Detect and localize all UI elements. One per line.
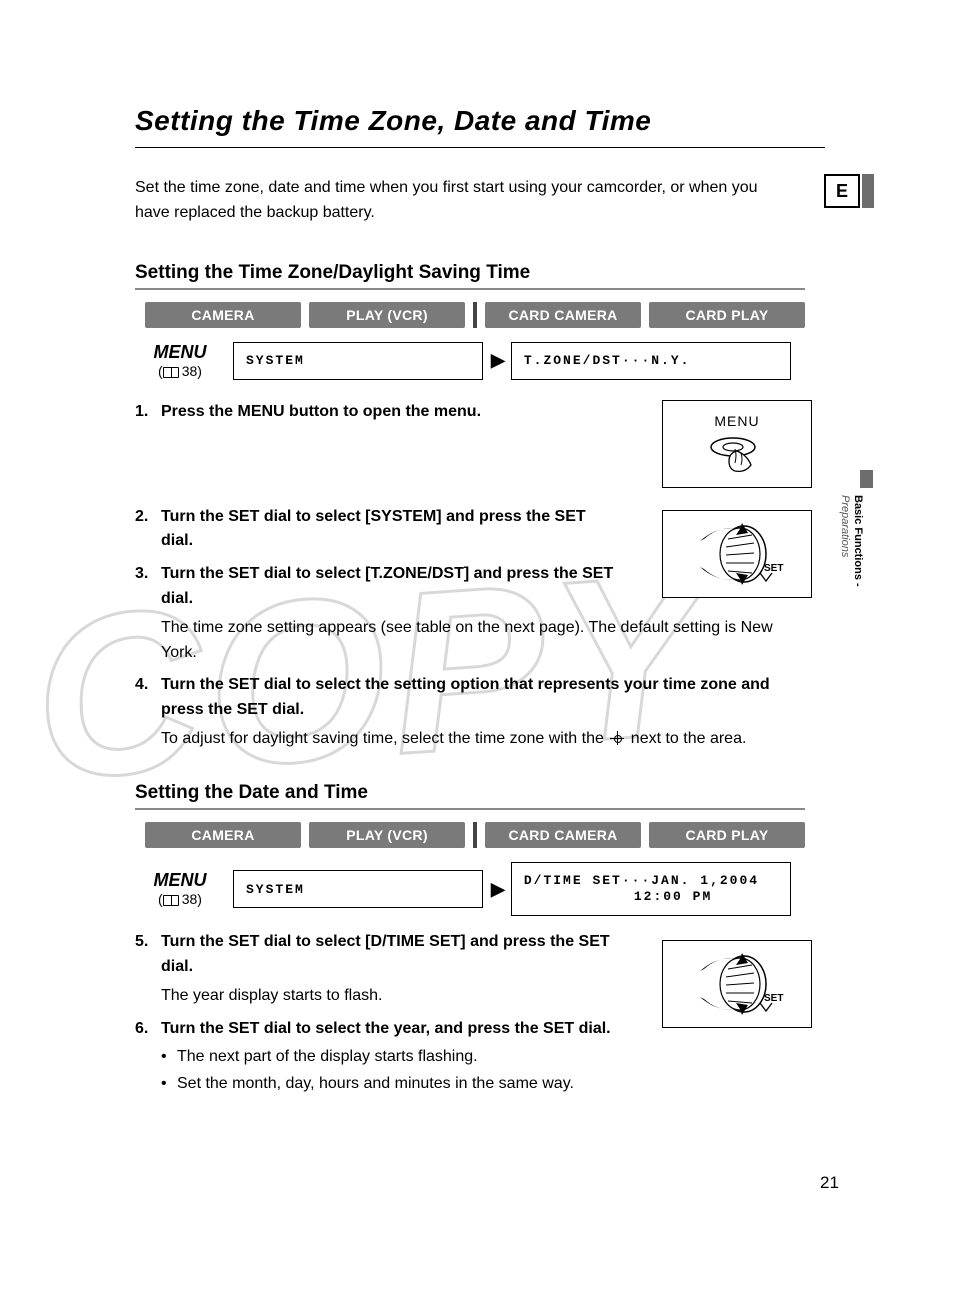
step-3-text: Turn the SET dial to select [T.ZONE/DST]…: [161, 562, 621, 612]
svg-text:SET: SET: [764, 993, 783, 1004]
step-number: 6.: [135, 1017, 161, 1042]
sun-icon: [610, 731, 624, 745]
intro-paragraph: Set the time zone, date and time when yo…: [135, 176, 795, 226]
menu-path-row-1: MENU (38) SYSTEM ▶ T.ZONE/DST···N.Y.: [135, 342, 835, 380]
step-number: 3.: [135, 562, 161, 612]
menu-path-row-2: MENU (38) SYSTEM ▶ D/TIME SET···JAN. 1,2…: [135, 862, 835, 917]
step-4-body: To adjust for daylight saving time, sele…: [135, 727, 805, 752]
language-strip: [862, 174, 874, 208]
menu-label: MENU (38): [135, 871, 225, 907]
mode-camera: CAMERA: [145, 822, 301, 848]
side-tab-sub: Preparations: [839, 495, 851, 557]
language-badge: E: [824, 174, 860, 208]
mode-card-play: CARD PLAY: [649, 822, 805, 848]
chevron-right-icon: ▶: [491, 879, 505, 900]
page-title: Setting the Time Zone, Date and Time: [135, 105, 825, 148]
step-4-text: Turn the SET dial to select the setting …: [161, 673, 805, 723]
step-6-text: Turn the SET dial to select the year, an…: [161, 1017, 621, 1042]
menu-box-dtime: D/TIME SET···JAN. 1,2004 12:00 PM: [511, 862, 791, 917]
book-icon: [163, 367, 179, 378]
mode-separator: [473, 822, 477, 848]
illustration-set-dial-1: SET: [662, 510, 812, 598]
menu-label: MENU (38): [135, 343, 225, 379]
menu-box-tzone: T.ZONE/DST···N.Y.: [511, 342, 791, 380]
page-number: 21: [820, 1173, 839, 1193]
step-3-body: The time zone setting appears (see table…: [135, 616, 805, 666]
illustration-menu-button: MENU: [662, 400, 812, 488]
step-number: 1.: [135, 400, 161, 425]
step-6-bullet-1: •The next part of the display starts fla…: [135, 1044, 805, 1070]
mode-card-camera: CARD CAMERA: [485, 822, 641, 848]
step-number: 4.: [135, 673, 161, 723]
mode-separator: [473, 302, 477, 328]
section-title-datetime: Setting the Date and Time: [135, 782, 805, 810]
mode-card-play: CARD PLAY: [649, 302, 805, 328]
step-number: 2.: [135, 505, 161, 555]
menu-box-system: SYSTEM: [233, 870, 483, 908]
svg-text:SET: SET: [764, 563, 783, 574]
mode-row-2: CAMERA PLAY (VCR) CARD CAMERA CARD PLAY: [145, 822, 805, 848]
mode-row-1: CAMERA PLAY (VCR) CARD CAMERA CARD PLAY: [145, 302, 805, 328]
step-6-bullet-2: •Set the month, day, hours and minutes i…: [135, 1071, 805, 1097]
illustration-set-dial-2: SET: [662, 940, 812, 1028]
chevron-right-icon: ▶: [491, 350, 505, 371]
book-icon: [163, 895, 179, 906]
step-5-text: Turn the SET dial to select [D/TIME SET]…: [161, 930, 621, 980]
mode-play-vcr: PLAY (VCR): [309, 302, 465, 328]
mode-play-vcr: PLAY (VCR): [309, 822, 465, 848]
step-2-text: Turn the SET dial to select [SYSTEM] and…: [161, 505, 621, 555]
menu-box-system: SYSTEM: [233, 342, 483, 380]
section-title-timezone: Setting the Time Zone/Daylight Saving Ti…: [135, 262, 805, 290]
mode-camera: CAMERA: [145, 302, 301, 328]
step-number: 5.: [135, 930, 161, 980]
mode-card-camera: CARD CAMERA: [485, 302, 641, 328]
side-tab-main: Basic Functions -: [852, 495, 864, 587]
side-tab-bar: [860, 470, 873, 488]
